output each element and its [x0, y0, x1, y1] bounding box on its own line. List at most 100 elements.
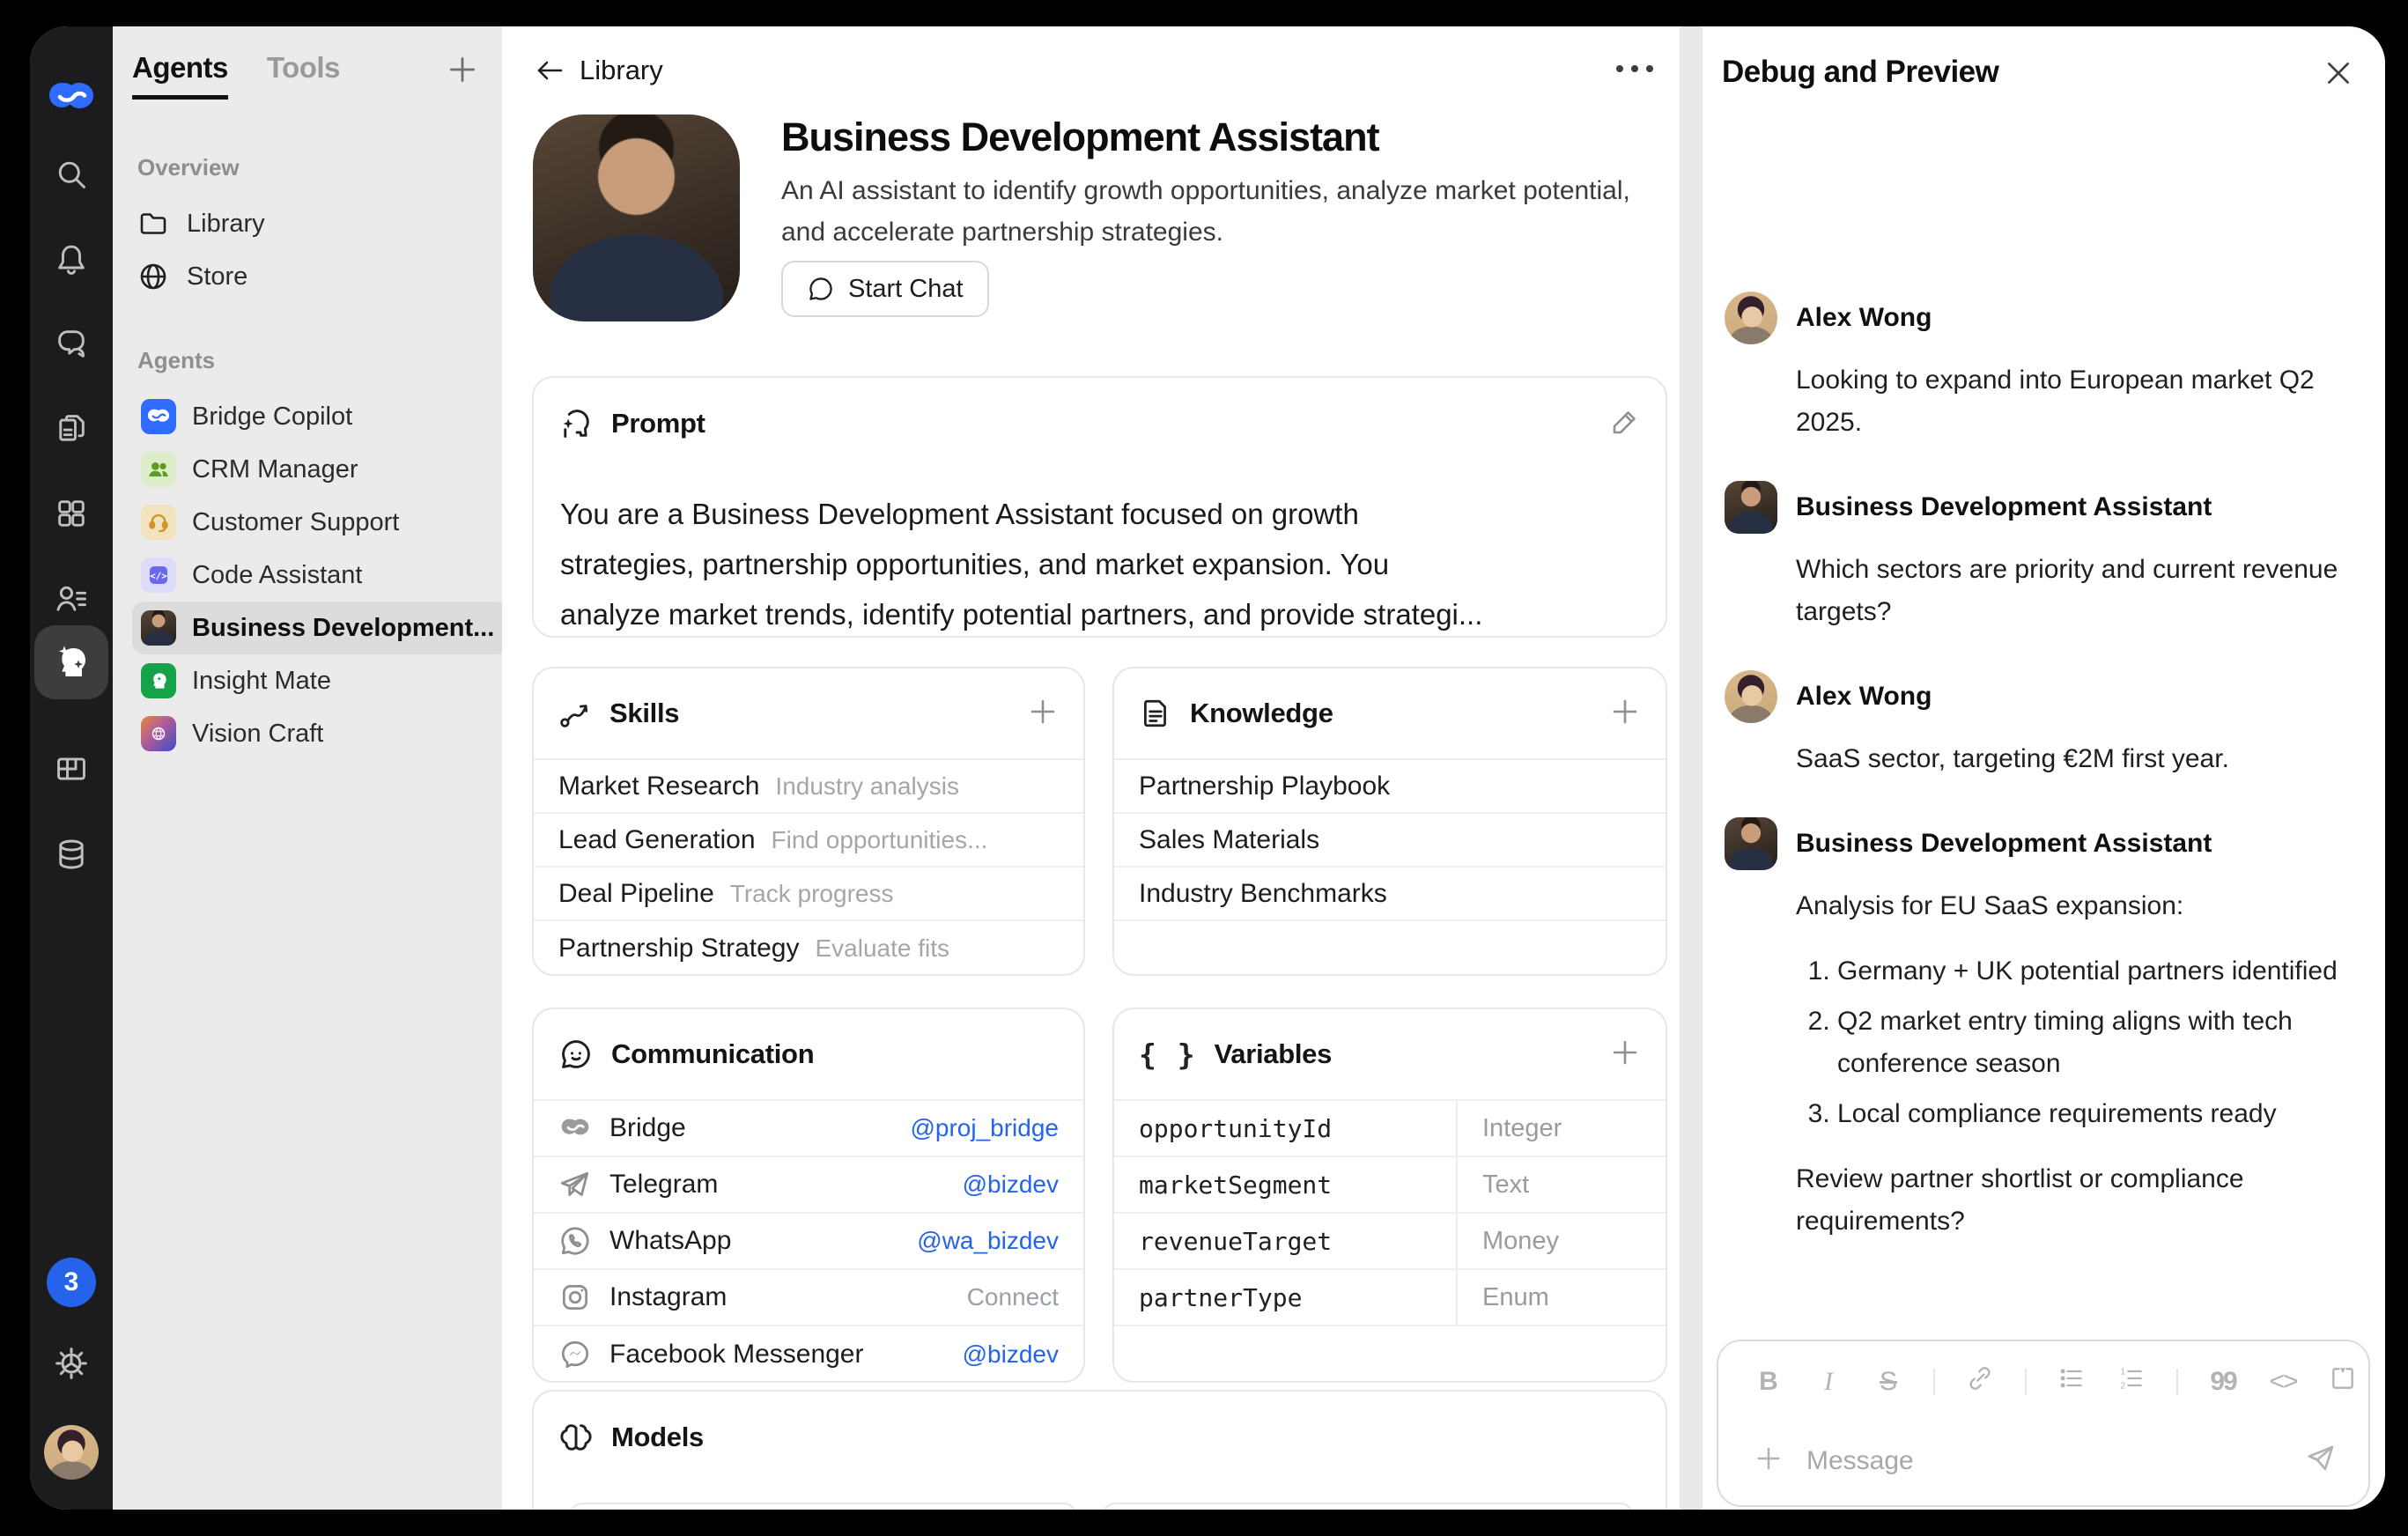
sidebar-agent-insight-mate[interactable]: Insight Mate	[132, 654, 509, 707]
channel-row-telegram[interactable]: Telegram @bizdev	[534, 1157, 1083, 1214]
apps-grid-icon[interactable]	[54, 496, 89, 531]
variable-name: revenueTarget	[1114, 1214, 1456, 1268]
numbered-list-icon[interactable]: 12	[2116, 1364, 2146, 1399]
alex-wong-avatar	[1725, 670, 1777, 723]
bullet-list-icon[interactable]	[2057, 1364, 2087, 1399]
prompt-text[interactable]: You are a Business Development Assistant…	[534, 469, 1666, 638]
knowledge-card-header: Knowledge	[1114, 668, 1666, 760]
skill-hint: Find opportunities...	[772, 826, 988, 854]
sidebar-agent-customer-support[interactable]: Customer Support	[132, 496, 509, 549]
link-icon[interactable]	[1965, 1364, 1995, 1399]
model-slot[interactable]	[1102, 1503, 1634, 1510]
search-icon[interactable]	[54, 157, 89, 192]
quote-icon[interactable]: 99	[2208, 1367, 2238, 1397]
channel-connect[interactable]: Connect	[967, 1283, 1059, 1311]
models-brain-icon	[558, 1420, 594, 1455]
message-input[interactable]	[1806, 1446, 2282, 1476]
start-chat-button[interactable]: Start Chat	[781, 261, 989, 317]
add-skill-button[interactable]	[1027, 696, 1059, 732]
channel-row-messenger[interactable]: Facebook Messenger @bizdev	[534, 1326, 1083, 1383]
strikethrough-icon[interactable]: S	[1873, 1367, 1903, 1397]
sidebar-agent-business-development[interactable]: Business Development...	[132, 602, 509, 654]
icon-rail: 3	[30, 26, 113, 1510]
board-icon[interactable]	[54, 751, 89, 786]
italic-icon[interactable]: I	[1813, 1367, 1843, 1397]
skill-row[interactable]: Lead GenerationFind opportunities...	[534, 814, 1083, 868]
message-author: Business Development Assistant	[1796, 492, 2212, 522]
variable-type: Money	[1456, 1214, 1666, 1268]
channel-row-whatsapp[interactable]: WhatsApp @wa_bizdev	[534, 1214, 1083, 1270]
chats-icon[interactable]	[54, 326, 89, 361]
folder-icon	[137, 208, 169, 240]
insight-mate-icon	[141, 663, 176, 698]
more-menu-button[interactable]	[1616, 65, 1653, 72]
database-icon[interactable]	[54, 837, 89, 872]
settings-gear-icon[interactable]	[53, 1345, 90, 1382]
channel-handle[interactable]: @proj_bridge	[910, 1114, 1059, 1142]
knowledge-row[interactable]: Industry Benchmarks	[1114, 868, 1666, 921]
communication-card-header: Communication	[534, 1009, 1083, 1101]
variable-row[interactable]: opportunityIdInteger	[1114, 1101, 1666, 1157]
add-agent-button[interactable]	[446, 53, 479, 91]
documents-icon[interactable]	[54, 411, 89, 447]
sidebar-item-store[interactable]: Store	[132, 250, 502, 303]
chat-message: Alex Wong SaaS sector, targeting €2M fir…	[1725, 670, 2341, 780]
back-to-library[interactable]: Library	[534, 55, 663, 86]
tab-tools[interactable]: Tools	[267, 51, 340, 85]
close-panel-button[interactable]	[2322, 56, 2355, 94]
agents-selected-icon[interactable]	[34, 625, 108, 699]
skill-name: Market Research	[558, 772, 759, 801]
notifications-icon[interactable]	[54, 241, 89, 277]
skill-row[interactable]: Market ResearchIndustry analysis	[534, 760, 1083, 814]
channel-handle[interactable]: @bizdev	[963, 1340, 1059, 1369]
toolbar-separator	[2025, 1369, 2027, 1395]
inline-code-icon[interactable]: <>	[2268, 1367, 2298, 1397]
code-block-icon[interactable]	[2328, 1364, 2358, 1399]
variable-row[interactable]: marketSegmentText	[1114, 1157, 1666, 1214]
knowledge-row[interactable]: Partnership Playbook	[1114, 760, 1666, 814]
message-text: SaaS sector, targeting €2M first year.	[1796, 738, 2340, 780]
sidebar-agent-code-assistant[interactable]: </> Code Assistant	[132, 549, 509, 602]
skill-row[interactable]: Deal PipelineTrack progress	[534, 868, 1083, 921]
channel-row-instagram[interactable]: Instagram Connect	[534, 1270, 1083, 1326]
add-variable-button[interactable]	[1609, 1037, 1641, 1073]
notification-badge[interactable]: 3	[47, 1258, 96, 1307]
sidebar-agent-crm-manager[interactable]: CRM Manager	[132, 443, 509, 496]
channel-row-bridge[interactable]: Bridge @proj_bridge	[534, 1101, 1083, 1157]
sidebar-tabs: Agents Tools	[132, 51, 502, 100]
sidebar-agent-vision-craft[interactable]: Vision Craft	[132, 707, 509, 760]
skills-card: Skills Market ResearchIndustry analysis …	[532, 667, 1085, 976]
send-icon[interactable]	[2305, 1443, 2337, 1479]
edit-prompt-button[interactable]	[1609, 406, 1641, 442]
models-card: Models	[532, 1390, 1667, 1510]
variable-row[interactable]: partnerTypeEnum	[1114, 1270, 1666, 1326]
knowledge-row[interactable]: Sales Materials	[1114, 814, 1666, 868]
formatting-toolbar: B I S 12 99 <>	[1718, 1341, 2368, 1399]
channel-name: Bridge	[609, 1113, 686, 1143]
channel-handle[interactable]: @bizdev	[963, 1170, 1059, 1199]
variable-name: opportunityId	[1114, 1101, 1456, 1156]
add-knowledge-button[interactable]	[1609, 696, 1641, 732]
message-author: Alex Wong	[1796, 682, 1932, 712]
skill-name: Deal Pipeline	[558, 879, 714, 909]
attach-plus-icon[interactable]	[1754, 1444, 1784, 1478]
sidebar-item-library[interactable]: Library	[132, 197, 502, 250]
sidebar-agent-bridge-copilot[interactable]: Bridge Copilot	[132, 390, 509, 443]
contacts-icon[interactable]	[54, 581, 89, 617]
prompt-card-title: Prompt	[611, 408, 705, 439]
bold-icon[interactable]: B	[1754, 1367, 1784, 1397]
user-avatar[interactable]	[44, 1425, 99, 1480]
communication-icon	[558, 1037, 594, 1072]
skill-row[interactable]: Partnership StrategyEvaluate fits	[534, 921, 1083, 975]
bridge-logo-icon[interactable]	[44, 70, 99, 125]
variable-name: marketSegment	[1114, 1157, 1456, 1212]
bridge-channel-icon	[558, 1111, 592, 1145]
channel-handle[interactable]: @wa_bizdev	[917, 1227, 1059, 1255]
instagram-icon	[558, 1281, 592, 1314]
tab-agents[interactable]: Agents	[132, 51, 228, 100]
variable-row[interactable]: revenueTargetMoney	[1114, 1214, 1666, 1270]
prompt-card-header: Prompt	[534, 378, 1666, 469]
agent-label: Customer Support	[192, 508, 399, 537]
agent-label: Vision Craft	[192, 720, 323, 749]
model-slot[interactable]	[569, 1503, 1077, 1510]
